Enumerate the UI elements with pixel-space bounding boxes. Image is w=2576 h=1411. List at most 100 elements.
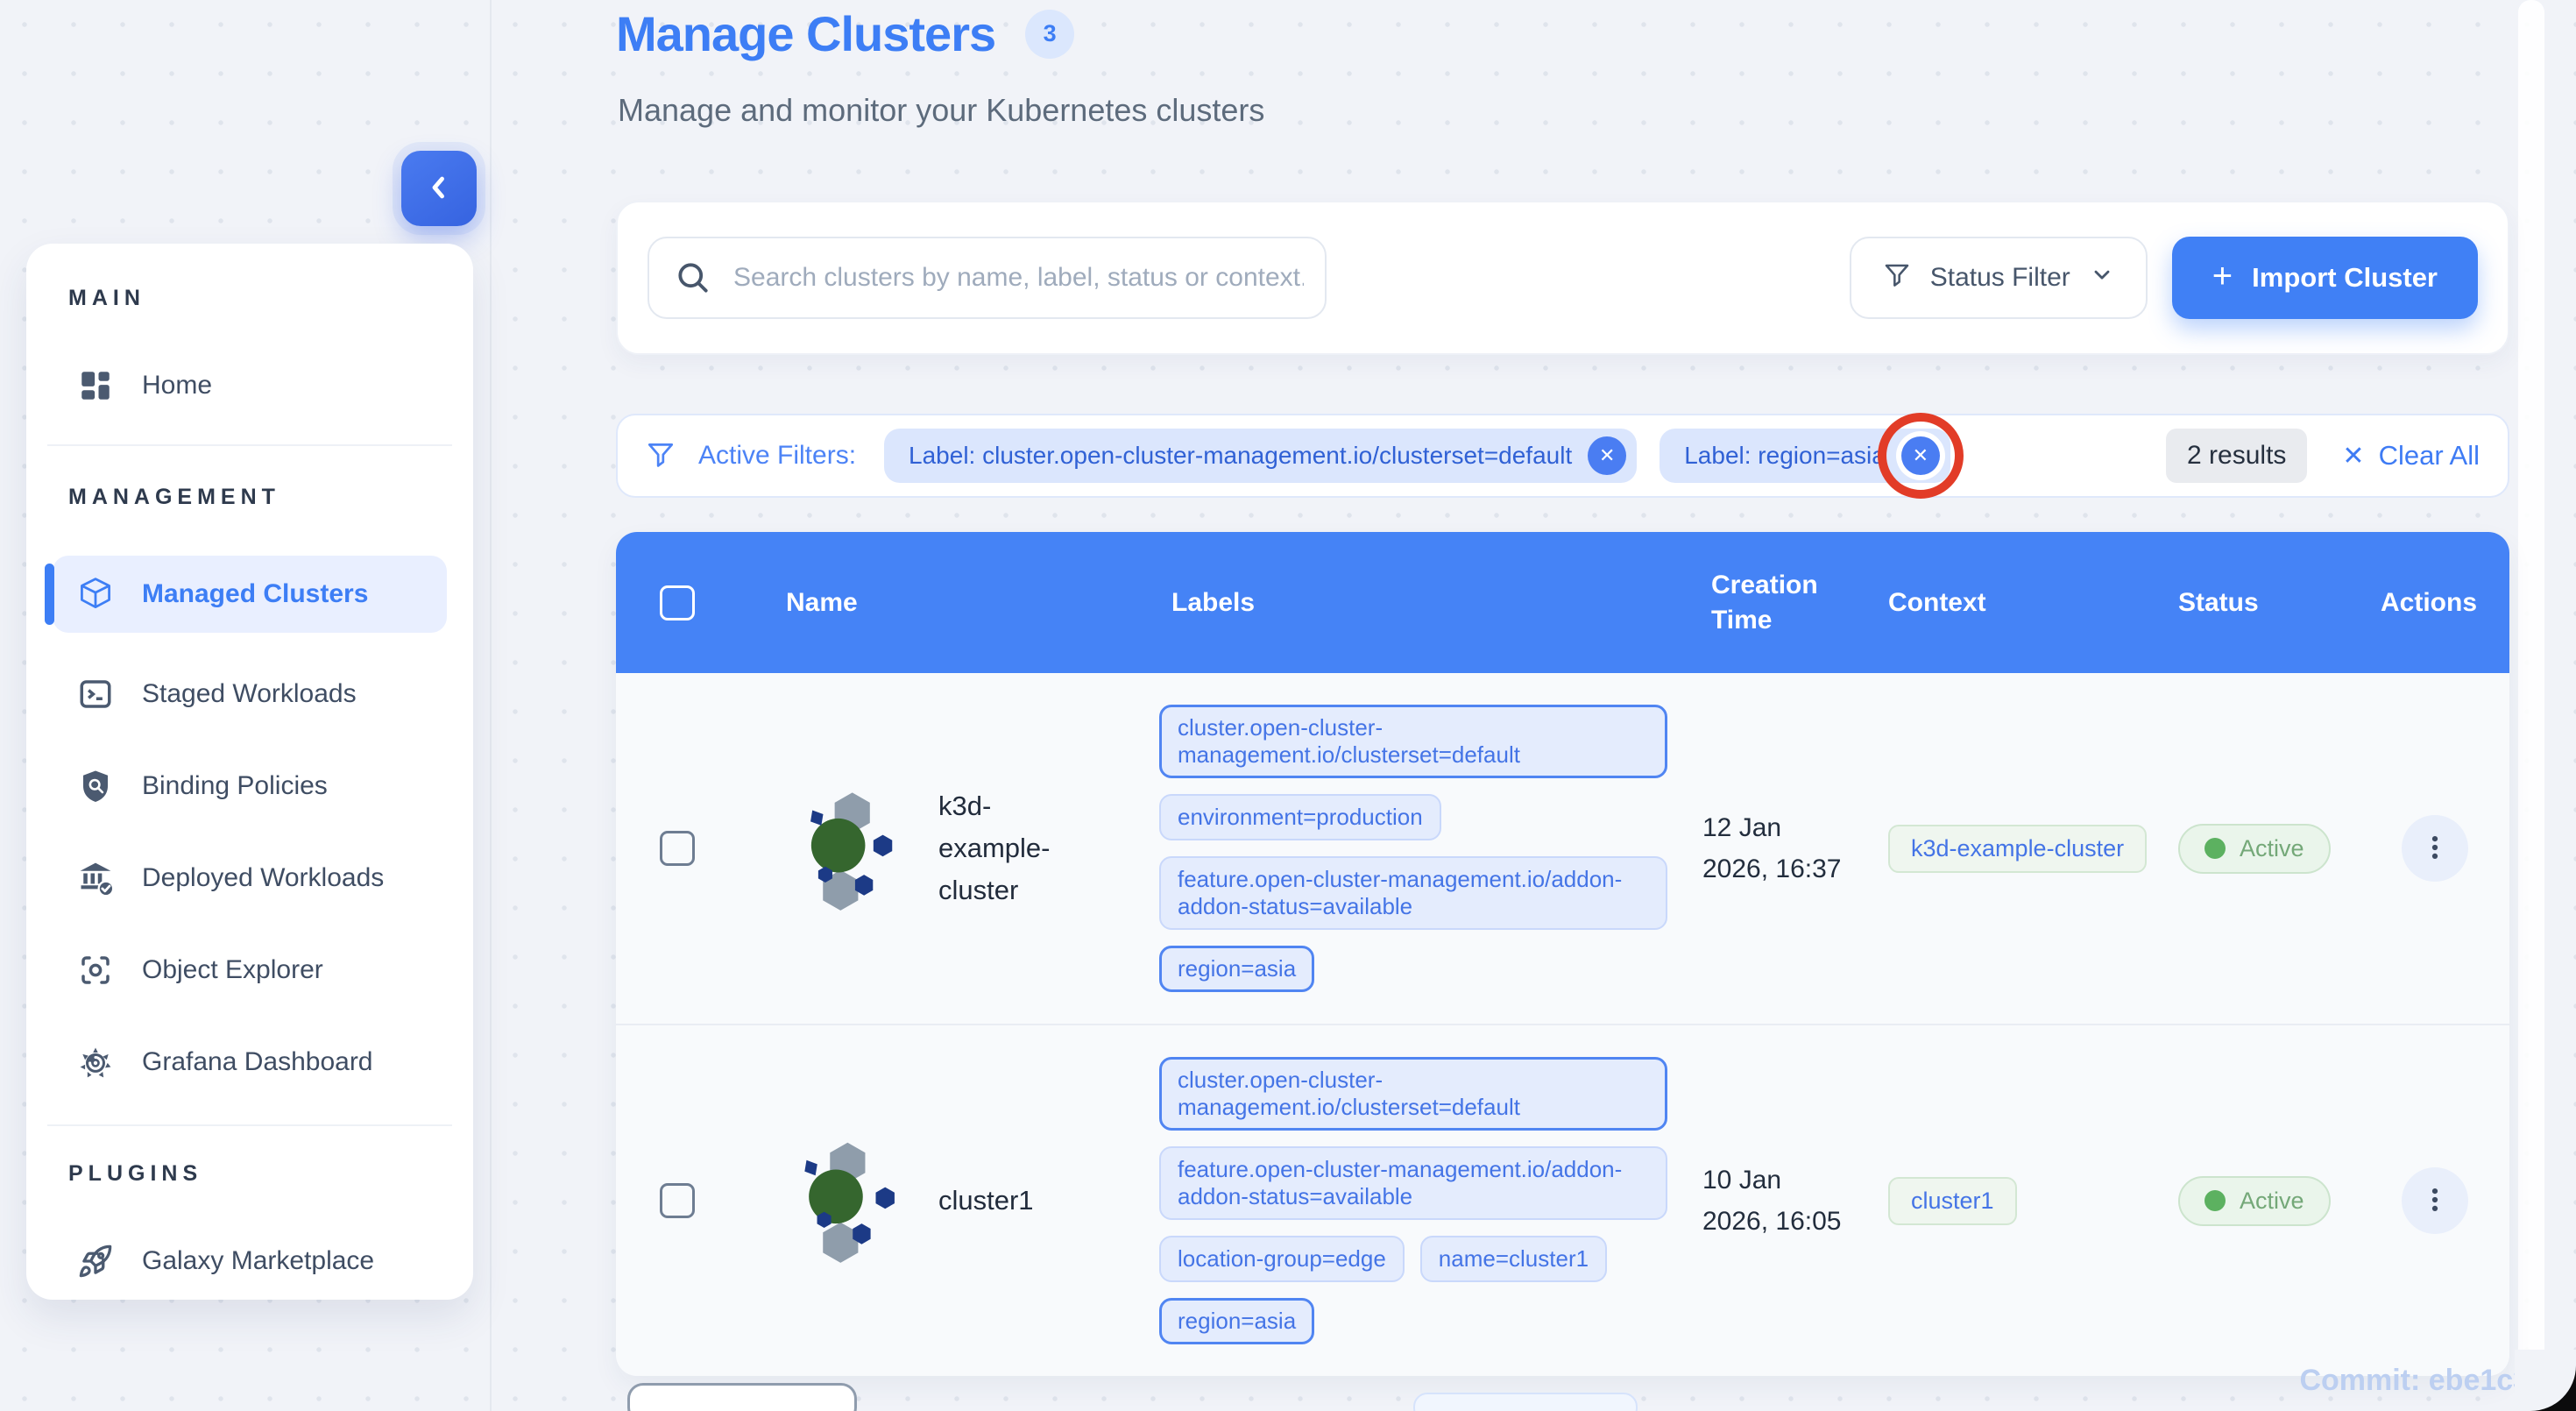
clear-all-filters-button[interactable]: ✕ Clear All xyxy=(2342,440,2480,472)
row-select-cell xyxy=(616,1183,739,1218)
sidebar-section-plugins: PLUGINS xyxy=(68,1161,203,1186)
label-chip[interactable]: cluster.open-cluster-management.io/clust… xyxy=(1159,705,1667,778)
sidebar-item-object-explorer[interactable]: Object Explorer xyxy=(26,939,473,1001)
funnel-icon xyxy=(1883,260,1911,295)
kebab-menu-icon xyxy=(2420,833,2450,865)
partial-pagination-button[interactable] xyxy=(627,1383,857,1411)
labels-cell: cluster.open-cluster-management.io/clust… xyxy=(1159,705,1702,992)
creation-time-cell: 10 Jan 2026, 16:05 xyxy=(1702,1166,1842,1236)
sidebar: MAIN Home MANAGEMENT Managed Clusters St… xyxy=(26,244,473,1300)
row-actions-menu-button[interactable] xyxy=(2401,1167,2468,1234)
clusters-table: Name Labels Creation Time Context Status… xyxy=(616,532,2509,1376)
context-cell: cluster1 xyxy=(1869,1176,2158,1225)
sidebar-item-managed-clusters[interactable]: Managed Clusters xyxy=(45,556,447,633)
clear-all-label: Clear All xyxy=(2378,440,2480,471)
select-all-cell xyxy=(616,585,739,620)
sidebar-divider xyxy=(47,444,452,446)
filter-chip-text: Label: cluster.open-cluster-management.i… xyxy=(909,442,1573,469)
label-chip[interactable]: name=cluster1 xyxy=(1419,1236,1608,1282)
label-chip[interactable]: cluster.open-cluster-management.io/clust… xyxy=(1159,1057,1667,1131)
cluster-name[interactable]: cluster1 xyxy=(938,1180,1034,1222)
scrollbar-track[interactable] xyxy=(2518,0,2544,1411)
filter-chip-text: Label: region=asia xyxy=(1684,442,1886,469)
table-row: k3d-example-cluster cluster.open-cluster… xyxy=(616,673,2509,1024)
filter-chip-region-asia: Label: region=asia ✕ xyxy=(1660,429,1950,483)
context-chip[interactable]: k3d-example-cluster xyxy=(1888,824,2148,873)
row-actions-menu-button[interactable] xyxy=(2401,815,2468,882)
sidebar-item-home[interactable]: Home xyxy=(26,355,473,416)
sidebar-item-label: Managed Clusters xyxy=(142,579,369,608)
cluster-name[interactable]: k3d-example-cluster xyxy=(938,785,1092,911)
actions-cell xyxy=(2360,815,2509,882)
label-chip[interactable]: region=asia xyxy=(1159,946,1315,992)
sidebar-collapse-button[interactable] xyxy=(401,151,477,226)
import-cluster-button[interactable]: + Import Cluster xyxy=(2171,237,2478,319)
context-chip[interactable]: cluster1 xyxy=(1888,1176,2017,1225)
status-cell: Active xyxy=(2158,823,2360,874)
chevron-down-icon xyxy=(2090,262,2114,294)
cluster-name-cell: k3d-example-cluster xyxy=(739,781,1159,917)
sidebar-item-grafana-dashboard[interactable]: Grafana Dashboard xyxy=(26,1032,473,1093)
page-header: Manage Clusters 3 xyxy=(616,5,1075,62)
column-header-creation-time: Creation Time xyxy=(1711,570,1818,635)
sidebar-item-binding-policies[interactable]: Binding Policies xyxy=(26,755,473,817)
sidebar-item-label: Staged Workloads xyxy=(142,679,357,708)
terminal-icon xyxy=(75,674,116,714)
page-subtitle: Manage and monitor your Kubernetes clust… xyxy=(618,92,1265,128)
bank-check-icon xyxy=(75,858,116,898)
cluster-icon xyxy=(777,781,909,917)
close-icon: ✕ xyxy=(2342,441,2365,471)
status-filter-label: Status Filter xyxy=(1929,263,2070,292)
active-filters-bar: Active Filters: Label: cluster.open-clus… xyxy=(616,414,2509,498)
label-chip[interactable]: feature.open-cluster-management.io/addon… xyxy=(1159,856,1667,930)
status-dot-icon xyxy=(2204,838,2226,859)
creation-time-cell: 12 Jan 2026, 16:37 xyxy=(1702,813,1842,883)
rocket-icon xyxy=(75,1241,116,1281)
search-box xyxy=(648,237,1327,319)
cluster-icon xyxy=(777,1133,909,1269)
sidebar-item-label: Binding Policies xyxy=(142,771,328,800)
grafana-icon xyxy=(75,1042,116,1082)
table-row: cluster1 cluster.open-cluster-management… xyxy=(616,1024,2509,1376)
search-input[interactable] xyxy=(648,237,1327,319)
sidebar-section-main: MAIN xyxy=(68,286,145,310)
sidebar-content-divider xyxy=(490,0,492,1411)
label-chip[interactable]: location-group=edge xyxy=(1159,1236,1405,1282)
sidebar-item-deployed-workloads[interactable]: Deployed Workloads xyxy=(26,847,473,909)
remove-filter-button-annotated[interactable]: ✕ xyxy=(1900,436,1940,475)
cube-icon xyxy=(75,574,116,614)
column-header-labels: Labels xyxy=(1171,587,1256,617)
shield-search-icon xyxy=(75,766,116,806)
status-label: Active xyxy=(2240,1187,2304,1214)
row-checkbox[interactable] xyxy=(660,1183,695,1218)
label-chip[interactable]: environment=production xyxy=(1159,794,1441,840)
labels-cell: cluster.open-cluster-management.io/clust… xyxy=(1159,1057,1702,1344)
column-header-actions: Actions xyxy=(2381,587,2478,617)
row-select-cell xyxy=(616,831,739,866)
column-header-context: Context xyxy=(1888,587,1986,617)
column-header-status: Status xyxy=(2178,587,2259,617)
import-cluster-label: Import Cluster xyxy=(2252,262,2438,293)
select-all-checkbox[interactable] xyxy=(660,585,695,620)
chevron-left-icon xyxy=(424,173,454,205)
partial-pagination-button[interactable] xyxy=(1413,1393,1638,1411)
label-chip[interactable]: region=asia xyxy=(1159,1298,1315,1344)
label-chip[interactable]: feature.open-cluster-management.io/addon… xyxy=(1159,1146,1667,1220)
sidebar-section-management: MANAGEMENT xyxy=(68,485,280,509)
sidebar-item-label: Deployed Workloads xyxy=(142,863,385,892)
kebab-menu-icon xyxy=(2420,1185,2450,1217)
sidebar-item-staged-workloads[interactable]: Staged Workloads xyxy=(26,663,473,725)
remove-filter-button[interactable]: ✕ xyxy=(1588,436,1627,475)
cluster-name-cell: cluster1 xyxy=(739,1133,1159,1269)
scan-focus-icon xyxy=(75,950,116,990)
cluster-count-badge: 3 xyxy=(1025,9,1075,59)
sidebar-item-label: Galaxy Marketplace xyxy=(142,1246,375,1275)
column-header-name: Name xyxy=(786,587,858,617)
status-filter-button[interactable]: Status Filter xyxy=(1849,237,2148,319)
commit-hash-label: Commit: ebe1c30 xyxy=(2299,1364,2546,1397)
status-cell: Active xyxy=(2158,1175,2360,1226)
filter-chip-clusterset: Label: cluster.open-cluster-management.i… xyxy=(884,429,1638,483)
row-checkbox[interactable] xyxy=(660,831,695,866)
table-header-row: Name Labels Creation Time Context Status… xyxy=(616,532,2509,673)
sidebar-item-galaxy-marketplace[interactable]: Galaxy Marketplace xyxy=(26,1230,473,1292)
